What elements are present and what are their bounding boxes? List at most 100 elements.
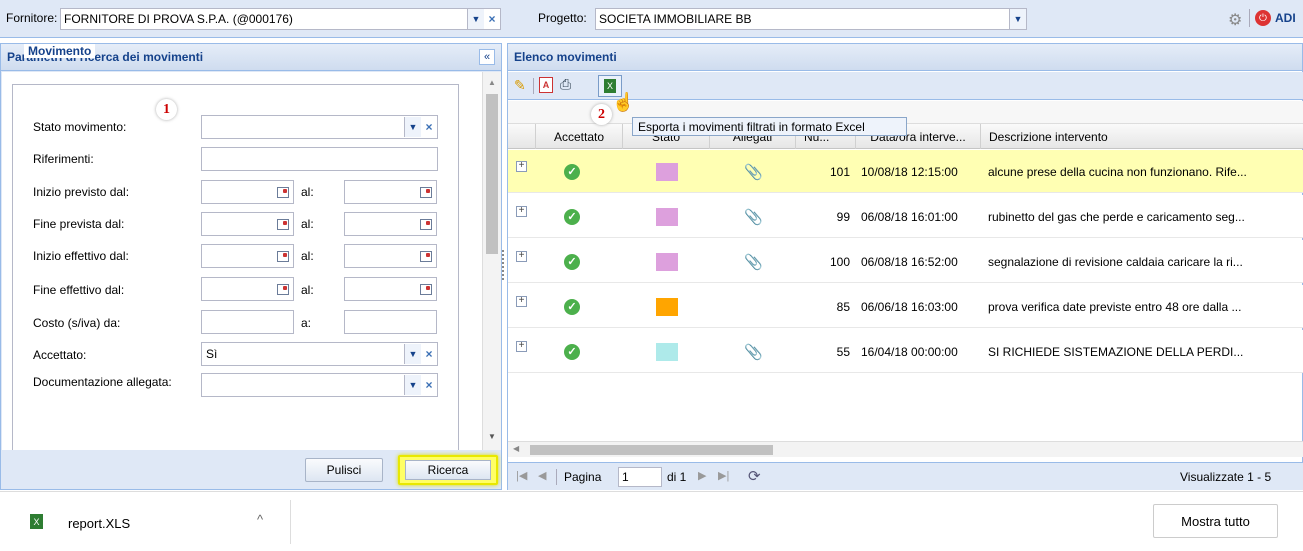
calendar-icon[interactable] [416, 278, 436, 300]
paperclip-icon[interactable]: 📎 [744, 253, 763, 271]
costo-from[interactable] [201, 310, 294, 334]
table-row[interactable]: + ✓ 85 06/06/18 16:03:00 prova verifica date… [508, 285, 1303, 328]
calendar-icon[interactable] [273, 181, 293, 203]
label-accettato: Accettato: [33, 348, 87, 362]
documentazione-combo[interactable]: ▼ × [201, 373, 438, 397]
calendar-icon[interactable] [273, 245, 293, 267]
description-cell: alcune prese della cucina non funzionano… [988, 164, 1247, 179]
vertical-scrollbar[interactable]: ▲ ▼ [482, 72, 501, 450]
paging-toolbar: |◀ ◀ Pagina 1 di 1 ▶ ▶| ⟳ Visualizzate 1… [508, 462, 1303, 490]
date-cell: 06/06/18 16:03:00 [861, 299, 958, 314]
chevron-down-icon[interactable]: ▼ [404, 344, 421, 364]
scroll-up-icon[interactable]: ▲ [488, 78, 496, 87]
next-page-icon[interactable]: ▶ [698, 469, 706, 482]
chevron-down-icon[interactable]: ▼ [467, 9, 484, 29]
user-label[interactable]: ADI [1275, 11, 1296, 25]
paperclip-icon[interactable]: 📎 [744, 343, 763, 361]
gear-icon[interactable]: ⚙ [1228, 10, 1242, 30]
label-costo: Costo (s/iva) da: [33, 316, 121, 330]
download-filename[interactable]: report.XLS [68, 516, 130, 531]
table-row[interactable]: + ✓ 📎 101 10/08/18 12:15:00 alcune prese dell… [508, 150, 1303, 193]
scroll-thumb[interactable] [486, 94, 498, 254]
chevron-down-icon[interactable]: ▼ [404, 117, 421, 137]
stato-combo[interactable]: ▼ × [201, 115, 438, 139]
expand-icon[interactable]: + [516, 206, 527, 217]
attachment-cell[interactable]: 📎 [744, 330, 763, 373]
separator [290, 500, 291, 544]
fieldset-legend: Movimento [24, 44, 96, 58]
search-button[interactable]: Ricerca [398, 455, 498, 485]
fine-effettivo-from[interactable] [201, 277, 294, 301]
accepted-cell: ✓ [564, 330, 580, 373]
chevron-up-icon[interactable]: ^ [257, 512, 263, 527]
inizio-previsto-to[interactable] [344, 180, 437, 204]
status-swatch [656, 342, 678, 361]
chevron-down-icon[interactable]: ▼ [1009, 9, 1026, 29]
date-cell: 06/08/18 16:01:00 [861, 209, 958, 224]
calendar-icon[interactable] [273, 213, 293, 235]
table-row[interactable]: + ✓ 📎 100 06/08/18 16:52:00 segnalazione di r… [508, 240, 1303, 283]
scroll-thumb[interactable] [530, 445, 773, 455]
scroll-left-icon[interactable]: ◀ [513, 444, 519, 453]
print-icon[interactable]: ⎙ [560, 76, 571, 93]
refresh-icon[interactable]: ⟳ [748, 467, 761, 485]
fine-effettivo-to[interactable] [344, 277, 437, 301]
col-accettato[interactable]: Accettato [536, 124, 623, 149]
calendar-icon[interactable] [416, 181, 436, 203]
accettato-combo[interactable]: Sì ▼ × [201, 342, 438, 366]
page-input[interactable]: 1 [618, 467, 662, 487]
show-all-button[interactable]: Mostra tutto [1153, 504, 1278, 538]
inizio-previsto-from[interactable] [201, 180, 294, 204]
paperclip-icon[interactable]: 📎 [744, 163, 763, 181]
pdf-icon[interactable]: A [539, 77, 553, 93]
calendar-icon[interactable] [273, 278, 293, 300]
description-cell: rubinetto del gas che perde e caricament… [988, 209, 1245, 224]
supplier-combo[interactable]: FORNITORE DI PROVA S.P.A. (@000176) ▼ × [60, 8, 501, 30]
clear-icon[interactable]: × [484, 9, 500, 29]
attachment-cell[interactable]: 📎 [744, 240, 763, 283]
accepted-cell: ✓ [564, 240, 580, 283]
status-swatch [656, 162, 678, 181]
prev-page-icon[interactable]: ◀ [538, 469, 546, 482]
col-descrizione[interactable]: Descrizione intervento [981, 124, 1303, 149]
clear-icon[interactable]: × [421, 375, 437, 395]
first-page-icon[interactable]: |◀ [516, 469, 527, 482]
inizio-effettivo-from[interactable] [201, 244, 294, 268]
attachment-cell[interactable]: 📎 [744, 195, 763, 238]
paperclip-icon[interactable]: 📎 [744, 208, 763, 226]
calendar-icon[interactable] [416, 245, 436, 267]
scroll-down-icon[interactable]: ▼ [488, 432, 496, 441]
date-cell: 10/08/18 12:15:00 [861, 164, 958, 179]
attachment-cell[interactable]: 📎 [744, 150, 763, 193]
riferimenti-input[interactable] [201, 147, 438, 171]
calendar-icon[interactable] [416, 213, 436, 235]
project-combo[interactable]: SOCIETA IMMOBILIARE BB ▼ [595, 8, 1027, 30]
expand-icon[interactable]: + [516, 341, 527, 352]
chevron-down-icon[interactable]: ▼ [404, 375, 421, 395]
expand-icon[interactable]: + [516, 251, 527, 262]
page-input-value: 1 [622, 470, 629, 484]
pencil-icon[interactable]: ✎ [514, 77, 526, 94]
clear-icon[interactable]: × [421, 117, 437, 137]
fine-prevista-from[interactable] [201, 212, 294, 236]
horizontal-scrollbar[interactable]: ◀ [508, 441, 1303, 457]
table-row[interactable]: + ✓ 📎 55 16/04/18 00:00:00 SI RICHIEDE SISTEM… [508, 330, 1303, 373]
power-icon[interactable]: ⏻ [1255, 10, 1271, 26]
costo-to[interactable] [344, 310, 437, 334]
separator [1249, 9, 1250, 27]
clear-button[interactable]: Pulisci [305, 458, 383, 482]
expand-icon[interactable]: + [516, 296, 527, 307]
clear-icon[interactable]: × [421, 344, 437, 364]
inizio-effettivo-to[interactable] [344, 244, 437, 268]
label-riferimenti: Riferimenti: [33, 152, 94, 166]
last-page-icon[interactable]: ▶| [718, 469, 729, 482]
table-row[interactable]: + ✓ 📎 99 06/08/18 16:01:00 rubinetto del gas … [508, 195, 1303, 238]
expand-icon[interactable]: + [516, 161, 527, 172]
label-inizio-effettivo: Inizio effettivo dal: [33, 249, 129, 263]
splitter-handle[interactable] [502, 250, 506, 280]
status-cell [656, 150, 678, 193]
collapse-icon[interactable]: « [479, 49, 495, 65]
fine-prevista-to[interactable] [344, 212, 437, 236]
label-fine-effettivo: Fine effettivo dal: [33, 283, 125, 297]
description-cell: prova verifica date previste entro 48 or… [988, 299, 1242, 314]
